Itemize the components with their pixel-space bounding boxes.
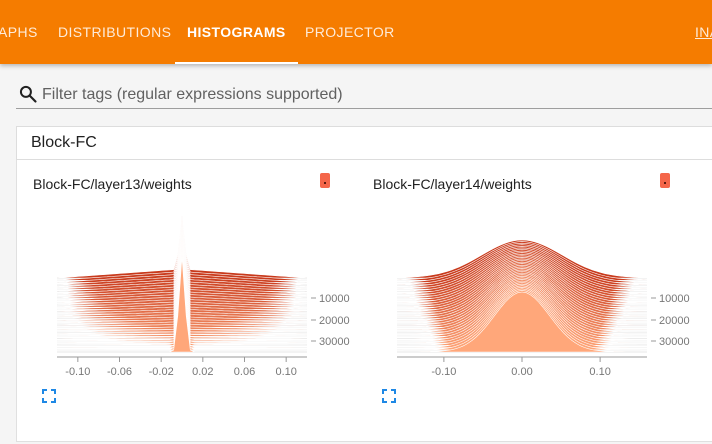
tag-filter <box>16 80 712 109</box>
tab-histograms[interactable]: HISTOGRAMS <box>175 0 298 64</box>
histogram-chart-layer13: -0.10 -0.06 -0.02 0.02 0.06 0.10 10000 20000 300… <box>56 215 350 378</box>
y-tick-label: 10000 <box>659 293 690 305</box>
y-tick-label: 20000 <box>319 315 350 327</box>
x-tick-label: -0.06 <box>107 366 132 378</box>
y-tick-label: 10000 <box>319 293 350 305</box>
fullscreen-icon[interactable] <box>382 389 396 403</box>
x-tick-label: -0.02 <box>149 366 174 378</box>
tab-distributions[interactable]: DISTRIBUTIONS <box>58 0 171 64</box>
histogram-chart-layer14: -0.10 0.00 0.10 10000 20000 30000 <box>396 239 690 378</box>
section-header-block-fc[interactable]: Block-FC <box>16 126 712 160</box>
x-tick-label: 0.02 <box>192 366 213 378</box>
y-tick-label: 20000 <box>659 315 690 327</box>
x-tick-label: 0.10 <box>275 366 296 378</box>
x-tick-label: 0.06 <box>234 366 255 378</box>
tab-graphs[interactable]: APHS <box>0 0 38 64</box>
search-icon <box>19 85 37 103</box>
histogram-cards: Block-FC/layer13/weights -0.10 -0.06 -0.02… <box>16 160 712 442</box>
card-title: Block-FC/layer14/weights <box>373 176 532 192</box>
x-tick-label: -0.10 <box>65 366 90 378</box>
y-tick-label: 30000 <box>659 336 690 348</box>
x-tick-label: 0.00 <box>511 366 532 378</box>
top-navigation-bar: APHS DISTRIBUTIONS HISTOGRAMS PROJECTOR … <box>0 0 712 64</box>
section-title: Block-FC <box>31 134 97 151</box>
tab-inactive-dropdown[interactable]: INA <box>695 0 712 64</box>
x-tick-label: 0.10 <box>589 366 610 378</box>
info-icon[interactable] <box>660 173 670 188</box>
x-tick-label: -0.10 <box>431 366 456 378</box>
y-tick-label: 30000 <box>319 336 350 348</box>
card-title: Block-FC/layer13/weights <box>33 176 192 192</box>
tab-projector[interactable]: PROJECTOR <box>305 0 395 64</box>
info-icon[interactable] <box>320 173 330 188</box>
tag-filter-input[interactable] <box>40 82 704 108</box>
fullscreen-icon[interactable] <box>42 389 56 403</box>
